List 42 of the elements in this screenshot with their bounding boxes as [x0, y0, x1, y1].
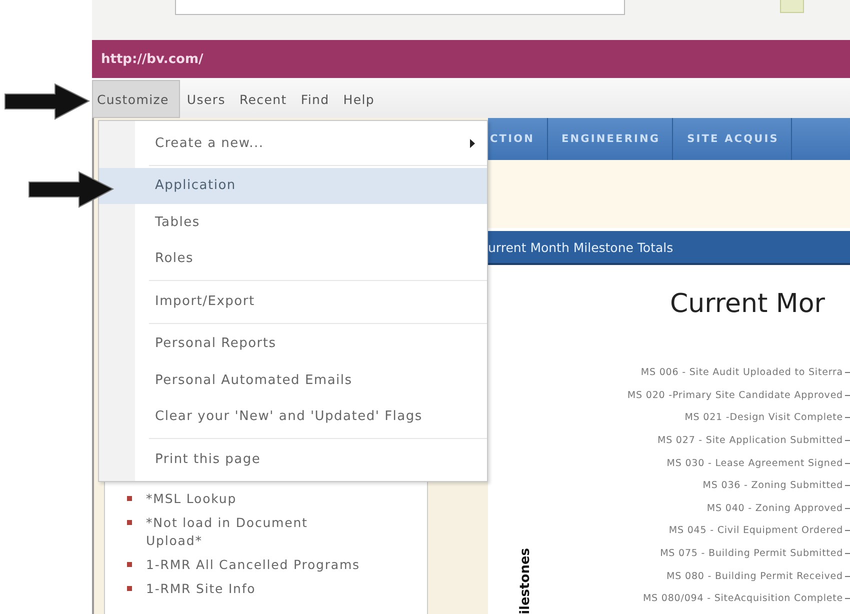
submenu-arrow-icon — [469, 138, 475, 148]
bullet-icon — [127, 520, 132, 525]
sidebar-link[interactable]: 1-RMR Site Info — [146, 580, 366, 598]
chart-title: Current Mor — [670, 289, 826, 319]
category-label: MS 036 - Zoning Submitted — [702, 480, 843, 492]
menu-option[interactable]: Roles — [99, 240, 487, 277]
site-url[interactable]: http://bv.com/ — [101, 52, 204, 66]
bullet-icon — [127, 562, 132, 567]
address-field[interactable] — [175, 0, 625, 15]
panel-header: urrent Month Milestone Totals — [488, 240, 674, 254]
menu-option[interactable]: Print this page — [99, 441, 487, 478]
menu-option[interactable]: Personal Automated Emails — [99, 362, 487, 398]
menu-option[interactable]: Application — [99, 168, 487, 204]
category-label: MS 027 - Site Application Submitted — [657, 435, 843, 446]
category-label: MS 020 -Primary Site Candidate Approved — [627, 390, 843, 401]
menu-item[interactable]: Help — [336, 80, 382, 118]
bullet-icon — [127, 496, 132, 501]
axis-label: ilestones — [518, 548, 533, 614]
arrow-icon — [27, 170, 115, 210]
page-icon[interactable] — [780, 0, 804, 13]
category-label: MS 030 - Lease Agreement Signed — [666, 458, 843, 469]
menu-item[interactable]: Customize — [92, 80, 180, 118]
category-label: MS 045 - Civil Equipment Ordered — [668, 525, 843, 536]
menu-item[interactable]: Users — [180, 80, 232, 118]
category-label: MS 040 - Zoning Approved — [706, 502, 843, 514]
menu-item[interactable]: Recent — [232, 80, 294, 118]
arrow-icon — [3, 82, 91, 122]
category-label: MS 021 -Design Visit Complete — [684, 412, 843, 424]
category-label: MS 075 - Building Permit Submitted — [660, 548, 843, 560]
menu-option[interactable]: Tables — [99, 204, 487, 240]
sidebar-link[interactable]: *MSL Lookup — [146, 490, 366, 508]
menu-item[interactable]: Find — [294, 80, 336, 118]
sidebar-link[interactable]: *Not load in Document Upload* — [146, 514, 366, 550]
bullet-icon — [127, 586, 132, 591]
menu-option[interactable]: Clear your 'New' and 'Updated' Flags — [99, 398, 487, 435]
menu-option[interactable]: Import/Export — [99, 283, 487, 320]
sidebar-link[interactable]: 1-RMR All Cancelled Programs — [146, 556, 366, 574]
submenu-option[interactable]: Create a new... — [155, 136, 264, 151]
category-label: MS 080 - Building Permit Received — [666, 570, 843, 582]
category-label: MS 080/094 - SiteAcquisition Complete — [642, 593, 843, 604]
menu-option[interactable]: Personal Reports — [99, 326, 487, 362]
category-label: MS 006 - Site Audit Uploaded to Siterra — [640, 367, 843, 378]
